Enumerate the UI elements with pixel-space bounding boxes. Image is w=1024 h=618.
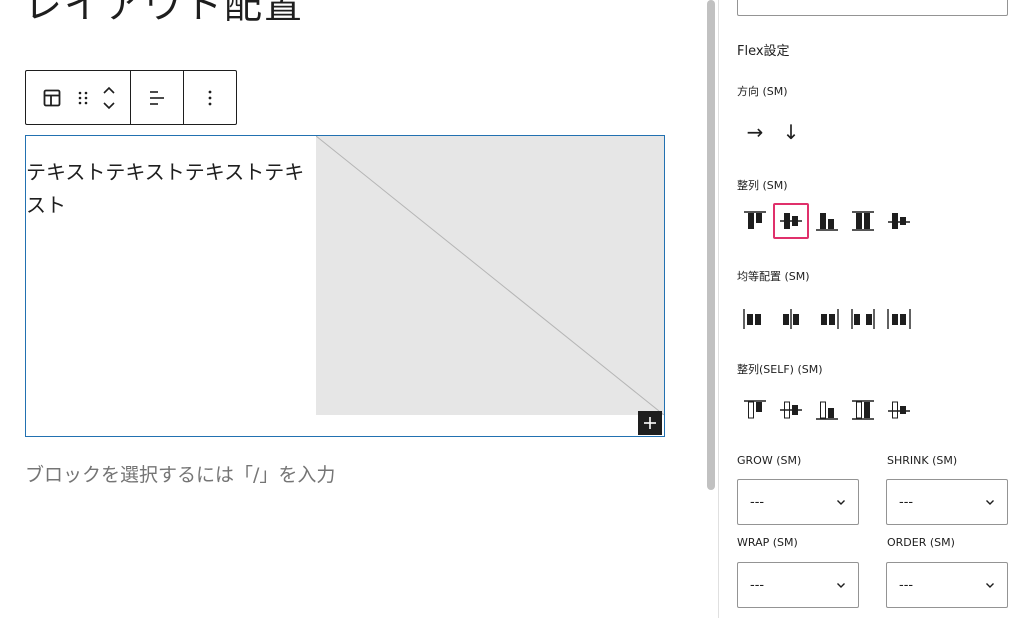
move-up-down-icon[interactable] <box>96 80 122 116</box>
toolbar-group-block <box>26 71 131 124</box>
align-baseline-icon[interactable] <box>881 203 917 239</box>
block-appender-placeholder[interactable]: ブロックを選択するには「/」を入力 <box>25 460 335 487</box>
add-block-button[interactable] <box>638 411 662 435</box>
order-select-value: --- <box>899 577 914 593</box>
arrow-down-icon: ↓ <box>782 120 800 144</box>
direction-column-button[interactable]: ↓ <box>773 114 809 150</box>
align-end-icon[interactable] <box>809 203 845 239</box>
selected-block[interactable]: テキストテキストテキストテキスト <box>25 135 665 437</box>
arrow-right-icon: → <box>746 120 764 144</box>
chevron-down-icon <box>986 583 994 588</box>
align-stretch-icon[interactable] <box>845 203 881 239</box>
align-start-icon[interactable] <box>737 203 773 239</box>
settings-sidebar: Flex設定 方向 (SM) → ↓ 整列 (SM) 均等配置 (SM) 整列(… <box>719 0 1024 618</box>
align-self-baseline-icon[interactable] <box>881 392 917 428</box>
justify-left-icon[interactable] <box>139 80 175 116</box>
direction-label: 方向 (SM) <box>737 85 788 98</box>
order-select[interactable]: --- <box>886 562 1008 608</box>
layout-icon[interactable] <box>34 80 70 116</box>
align-label: 整列 (SM) <box>737 179 788 192</box>
justify-options <box>737 301 917 337</box>
page-title: レイアウト配置 <box>24 0 305 27</box>
toolbar-group-more <box>184 71 236 124</box>
wrap-select-value: --- <box>750 577 765 593</box>
justify-start-icon[interactable] <box>737 301 773 337</box>
shrink-select-value: --- <box>899 494 914 510</box>
justify-space-around-icon[interactable] <box>881 301 917 337</box>
flex-settings-title: Flex設定 <box>737 44 790 59</box>
drag-handle-icon[interactable] <box>70 80 96 116</box>
align-self-options <box>737 392 917 428</box>
align-self-start-icon[interactable] <box>737 392 773 428</box>
more-vertical-icon[interactable] <box>192 80 228 116</box>
align-center-icon[interactable] <box>773 203 809 239</box>
direction-options: → ↓ <box>737 114 809 150</box>
image-placeholder[interactable] <box>316 136 664 415</box>
align-self-end-icon[interactable] <box>809 392 845 428</box>
align-self-center-icon[interactable] <box>773 392 809 428</box>
justify-end-icon[interactable] <box>809 301 845 337</box>
toolbar-group-align <box>131 71 184 124</box>
shrink-select[interactable]: --- <box>886 479 1008 525</box>
direction-row-button[interactable]: → <box>737 114 773 150</box>
chevron-down-icon <box>837 500 845 505</box>
top-input-field[interactable] <box>737 0 1008 16</box>
grow-label: GROW (SM) <box>737 454 802 467</box>
block-toolbar <box>25 70 237 125</box>
grow-select[interactable]: --- <box>737 479 859 525</box>
align-self-stretch-icon[interactable] <box>845 392 881 428</box>
wrap-select[interactable]: --- <box>737 562 859 608</box>
grow-select-value: --- <box>750 494 765 510</box>
order-label: ORDER (SM) <box>887 536 955 549</box>
chevron-down-icon <box>986 500 994 505</box>
align-options <box>737 203 917 239</box>
chevron-down-icon <box>837 583 845 588</box>
justify-center-icon[interactable] <box>773 301 809 337</box>
justify-label: 均等配置 (SM) <box>737 270 810 283</box>
justify-space-between-icon[interactable] <box>845 301 881 337</box>
block-text[interactable]: テキストテキストテキストテキスト <box>26 156 316 222</box>
wrap-label: WRAP (SM) <box>737 536 798 549</box>
scrollbar-thumb[interactable] <box>707 0 715 490</box>
align-self-label: 整列(SELF) (SM) <box>737 363 823 376</box>
shrink-label: SHRINK (SM) <box>887 454 958 467</box>
